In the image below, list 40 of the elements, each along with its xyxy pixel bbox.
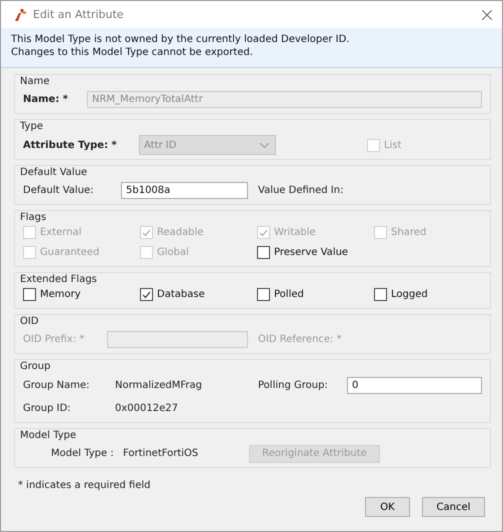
- checkbox[interactable]: Logged: [374, 288, 428, 301]
- checkbox[interactable]: Memory: [23, 288, 81, 301]
- group-legend: Default Value: [20, 167, 482, 178]
- checkbox[interactable]: Polled: [257, 288, 304, 301]
- field-label: OID Reference: *: [258, 334, 343, 345]
- dialog-button[interactable]: OK: [365, 497, 410, 517]
- field-value: NormalizedMFrag: [115, 380, 203, 391]
- footnote-text: * indicates a required field: [17, 479, 152, 491]
- caret-icon: [260, 142, 269, 148]
- field-label: OID Prefix: *: [23, 334, 86, 345]
- field-label: Polling Group:: [258, 380, 329, 391]
- checkmark-icon: [142, 290, 151, 298]
- field-label: Attribute Type: *: [23, 140, 118, 150]
- polling-group-field[interactable]: 0: [347, 377, 482, 394]
- app-logo-icon: [13, 8, 27, 22]
- group-legend: Type: [20, 121, 482, 132]
- group-legend: Extended Flags: [20, 274, 482, 285]
- dialog-button[interactable]: Cancel: [422, 497, 485, 517]
- group-legend: Model Type: [20, 430, 482, 441]
- field-label: Group ID:: [23, 403, 72, 414]
- close-icon[interactable]: [482, 10, 492, 20]
- field-label: Group Name:: [23, 380, 90, 391]
- group-legend: OID: [20, 316, 482, 327]
- window-title: Edit an Attribute: [33, 8, 125, 21]
- group-legend: Name: [20, 76, 482, 87]
- field-value: 0x00012e27: [115, 403, 179, 414]
- field-label: Name: *: [23, 94, 70, 105]
- default-value-field[interactable]: 5b1008a: [121, 182, 248, 199]
- field-value: FortinetFortiOS: [123, 448, 200, 459]
- field-label: Model Type :: [51, 448, 115, 459]
- group-legend: Flags: [20, 212, 482, 223]
- notice-text: This Model Type is not owned by the currently loaded Developer ID.: [11, 34, 350, 45]
- group-legend: Group: [20, 361, 482, 372]
- field-label: Default Value:: [23, 185, 95, 196]
- checkbox[interactable]: Database: [140, 288, 205, 301]
- field-label: Value Defined In:: [258, 185, 344, 196]
- checkbox[interactable]: Preserve Value: [257, 246, 348, 259]
- checkmark-icon: [259, 228, 268, 236]
- checkmark-icon: [142, 228, 151, 236]
- notice-text: Changes to this Model Type cannot be exported.: [11, 47, 254, 58]
